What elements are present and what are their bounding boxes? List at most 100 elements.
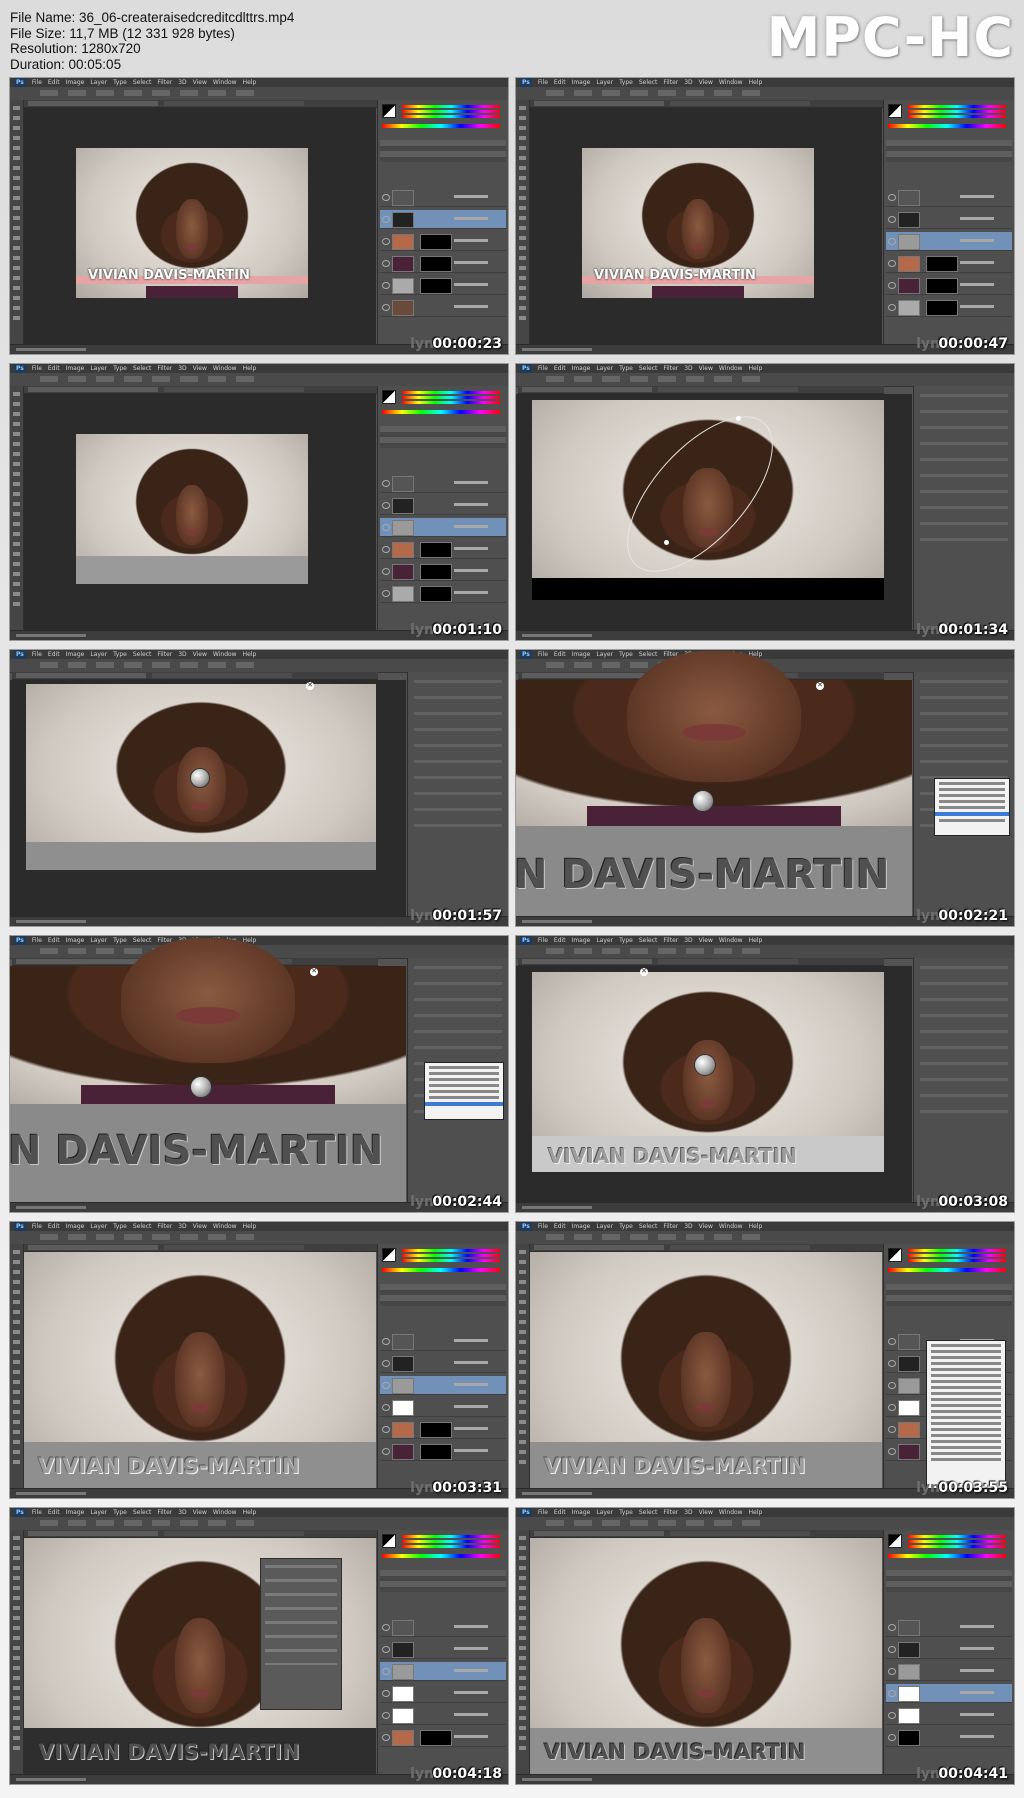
menu-item-edit[interactable]: Edit xyxy=(48,1222,60,1231)
close-icon[interactable]: ✕ xyxy=(816,682,824,690)
thumbnail-frame[interactable]: PsFileEditImageLayerTypeSelectFilter3DVi… xyxy=(10,1222,508,1498)
menu-item-type[interactable]: Type xyxy=(619,936,633,945)
menu-item-image[interactable]: Image xyxy=(572,364,591,373)
menu-item-image[interactable]: Image xyxy=(572,650,591,659)
menu-item-file[interactable]: File xyxy=(538,1508,548,1517)
thumbnail-frame[interactable]: PsFileEditImageLayerTypeSelectFilter3DVi… xyxy=(10,78,508,354)
menu-item-window[interactable]: Window xyxy=(719,364,743,373)
menu-item-help[interactable]: Help xyxy=(749,1508,763,1517)
thumbnail-frame[interactable]: PsFileEditImageLayerTypeSelectFilter3DVi… xyxy=(516,364,1014,640)
menu-item-layer[interactable]: Layer xyxy=(90,78,107,87)
menu-item-help[interactable]: Help xyxy=(749,78,763,87)
menu-item-select[interactable]: Select xyxy=(133,650,152,659)
menu-item-window[interactable]: Window xyxy=(719,1508,743,1517)
menu-item-type[interactable]: Type xyxy=(619,78,633,87)
menu-item-3d[interactable]: 3D xyxy=(684,1508,692,1517)
menu-item-view[interactable]: View xyxy=(193,1508,207,1517)
menu-item-image[interactable]: Image xyxy=(66,1508,85,1517)
menu-item-image[interactable]: Image xyxy=(66,936,85,945)
menu-item-3d[interactable]: 3D xyxy=(684,78,692,87)
menu-item-help[interactable]: Help xyxy=(243,1508,257,1517)
menu-item-filter[interactable]: Filter xyxy=(663,1222,678,1231)
menu-item-help[interactable]: Help xyxy=(749,1222,763,1231)
menu-item-image[interactable]: Image xyxy=(66,364,85,373)
thumbnail-frame[interactable]: PsFileEditImageLayerTypeSelectFilter3DVi… xyxy=(10,936,508,1212)
menu-item-select[interactable]: Select xyxy=(639,78,658,87)
menu-item-image[interactable]: Image xyxy=(572,936,591,945)
menu-item-filter[interactable]: Filter xyxy=(157,650,172,659)
menu-item-type[interactable]: Type xyxy=(619,650,633,659)
menu-item-help[interactable]: Help xyxy=(243,650,257,659)
menu-item-type[interactable]: Type xyxy=(113,1222,127,1231)
menu-item-layer[interactable]: Layer xyxy=(90,364,107,373)
menu-item-type[interactable]: Type xyxy=(619,1222,633,1231)
menu-item-edit[interactable]: Edit xyxy=(554,78,566,87)
menu-item-help[interactable]: Help xyxy=(243,1222,257,1231)
menu-item-layer[interactable]: Layer xyxy=(90,936,107,945)
menu-item-image[interactable]: Image xyxy=(66,78,85,87)
menu-item-layer[interactable]: Layer xyxy=(596,936,613,945)
menu-item-view[interactable]: View xyxy=(699,936,713,945)
thumbnail-frame[interactable]: PsFileEditImageLayerTypeSelectFilter3DVi… xyxy=(10,364,508,640)
menu-item-filter[interactable]: Filter xyxy=(663,364,678,373)
menu-item-3d[interactable]: 3D xyxy=(684,1222,692,1231)
menu-item-filter[interactable]: Filter xyxy=(663,1508,678,1517)
menu-item-file[interactable]: File xyxy=(538,650,548,659)
lighting-handle[interactable] xyxy=(664,540,669,545)
menu-item-view[interactable]: View xyxy=(193,650,207,659)
menu-item-image[interactable]: Image xyxy=(572,1222,591,1231)
menu-item-image[interactable]: Image xyxy=(66,650,85,659)
menu-item-edit[interactable]: Edit xyxy=(48,78,60,87)
menu-item-layer[interactable]: Layer xyxy=(90,1222,107,1231)
adjustment-layer-menu[interactable] xyxy=(926,1340,1006,1498)
menu-item-window[interactable]: Window xyxy=(213,1222,237,1231)
menu-item-edit[interactable]: Edit xyxy=(554,650,566,659)
menu-item-edit[interactable]: Edit xyxy=(554,1222,566,1231)
menu-item-window[interactable]: Window xyxy=(719,1222,743,1231)
menu-item-file[interactable]: File xyxy=(32,650,42,659)
menu-item-file[interactable]: File xyxy=(538,936,548,945)
menu-item-layer[interactable]: Layer xyxy=(596,1508,613,1517)
menu-item-type[interactable]: Type xyxy=(619,364,633,373)
menu-item-image[interactable]: Image xyxy=(572,78,591,87)
menu-item-edit[interactable]: Edit xyxy=(48,1508,60,1517)
menu-item-layer[interactable]: Layer xyxy=(596,364,613,373)
menu-item-view[interactable]: View xyxy=(699,78,713,87)
menu-item-select[interactable]: Select xyxy=(133,1222,152,1231)
menu-item-type[interactable]: Type xyxy=(113,650,127,659)
menu-item-type[interactable]: Type xyxy=(113,78,127,87)
menu-item-select[interactable]: Select xyxy=(133,78,152,87)
menu-item-file[interactable]: File xyxy=(32,936,42,945)
thumbnail-frame[interactable]: PsFileEditImageLayerTypeSelectFilter3DVi… xyxy=(10,1508,508,1784)
menu-item-3d[interactable]: 3D xyxy=(684,364,692,373)
menu-item-help[interactable]: Help xyxy=(243,364,257,373)
menu-item-type[interactable]: Type xyxy=(619,1508,633,1517)
menu-item-3d[interactable]: 3D xyxy=(178,1222,186,1231)
light-orb[interactable] xyxy=(190,1076,212,1098)
menu-item-help[interactable]: Help xyxy=(243,78,257,87)
menu-item-view[interactable]: View xyxy=(699,1222,713,1231)
menu-item-layer[interactable]: Layer xyxy=(596,1222,613,1231)
menu-item-edit[interactable]: Edit xyxy=(48,936,60,945)
menu-item-file[interactable]: File xyxy=(538,364,548,373)
menu-item-image[interactable]: Image xyxy=(572,1508,591,1517)
thumbnail-frame[interactable]: PsFileEditImageLayerTypeSelectFilter3DVi… xyxy=(516,1222,1014,1498)
menu-item-edit[interactable]: Edit xyxy=(48,650,60,659)
menu-item-type[interactable]: Type xyxy=(113,1508,127,1517)
menu-item-view[interactable]: View xyxy=(193,78,207,87)
menu-item-filter[interactable]: Filter xyxy=(663,78,678,87)
menu-item-view[interactable]: View xyxy=(193,364,207,373)
thumbnail-frame[interactable]: PsFileEditImageLayerTypeSelectFilter3DVi… xyxy=(10,650,508,926)
menu-item-view[interactable]: View xyxy=(193,1222,207,1231)
light-orb[interactable] xyxy=(694,1054,716,1076)
dropdown-menu[interactable] xyxy=(934,778,1010,836)
light-orb[interactable] xyxy=(692,790,714,812)
menu-item-select[interactable]: Select xyxy=(133,364,152,373)
menu-item-filter[interactable]: Filter xyxy=(157,78,172,87)
menu-item-type[interactable]: Type xyxy=(113,364,127,373)
menu-item-file[interactable]: File xyxy=(538,1222,548,1231)
menu-item-select[interactable]: Select xyxy=(639,650,658,659)
properties-dialog[interactable] xyxy=(260,1558,342,1710)
menu-item-layer[interactable]: Layer xyxy=(596,78,613,87)
lighting-handle[interactable] xyxy=(736,416,741,421)
